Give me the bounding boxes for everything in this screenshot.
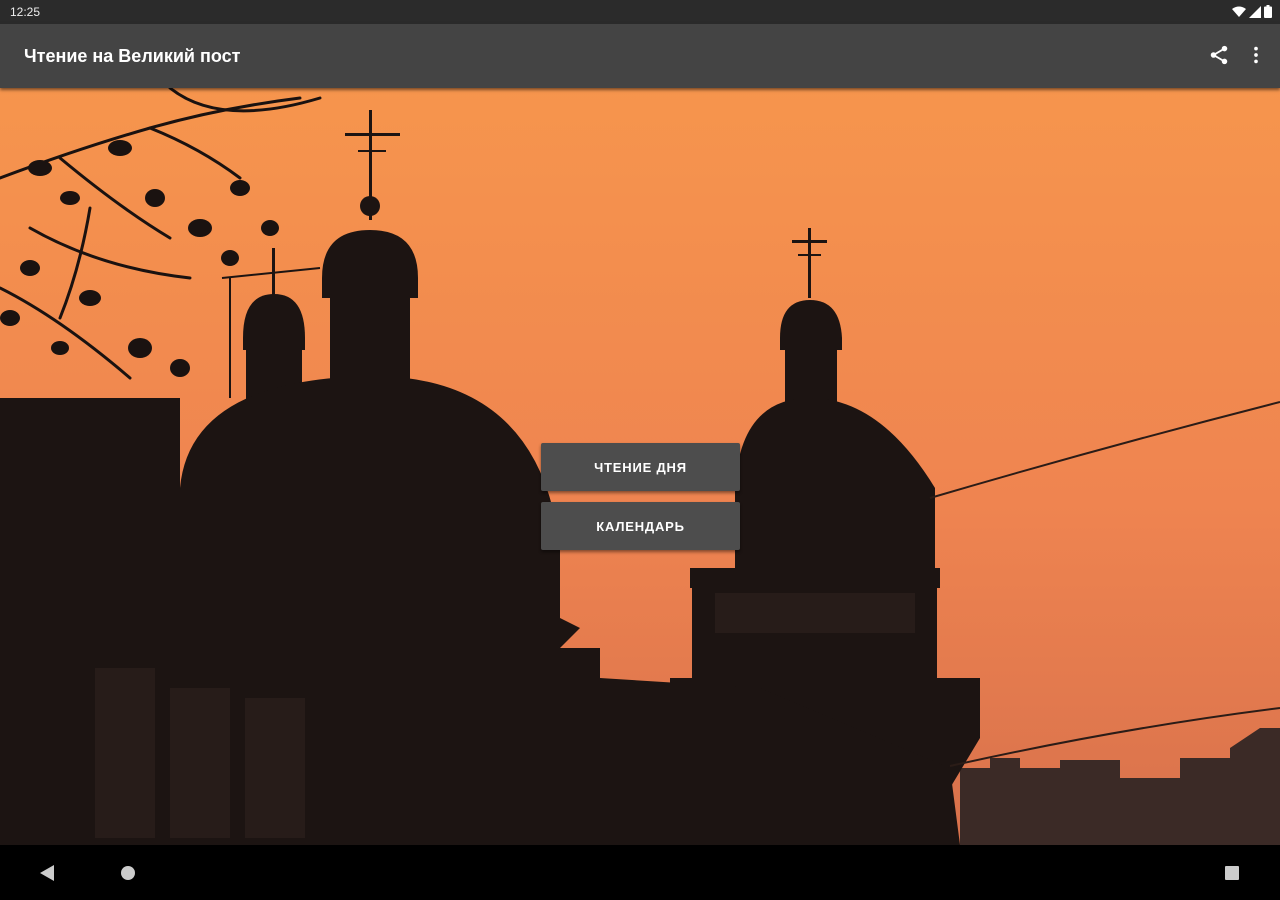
status-bar: 12:25 <box>0 0 1280 24</box>
app-bar-actions <box>1208 44 1260 66</box>
battery-icon <box>1264 5 1272 18</box>
calendar-button[interactable]: КАЛЕНДАРЬ <box>541 502 740 550</box>
status-icons <box>1232 5 1272 18</box>
main-content: ЧТЕНИЕ ДНЯ КАЛЕНДАРЬ <box>0 88 1280 845</box>
wifi-icon <box>1232 6 1246 17</box>
recents-icon[interactable] <box>1224 865 1240 881</box>
app-bar: Чтение на Великий пост <box>0 24 1280 88</box>
navigation-bar <box>0 845 1280 900</box>
home-icon[interactable] <box>120 865 136 881</box>
page-title: Чтение на Великий пост <box>24 46 241 66</box>
share-icon[interactable] <box>1208 44 1230 66</box>
status-time: 12:25 <box>10 5 41 19</box>
signal-icon <box>1249 5 1261 18</box>
overflow-menu-icon[interactable] <box>1252 44 1260 66</box>
back-icon[interactable] <box>40 865 54 881</box>
daily-reading-button[interactable]: ЧТЕНИЕ ДНЯ <box>541 443 740 491</box>
